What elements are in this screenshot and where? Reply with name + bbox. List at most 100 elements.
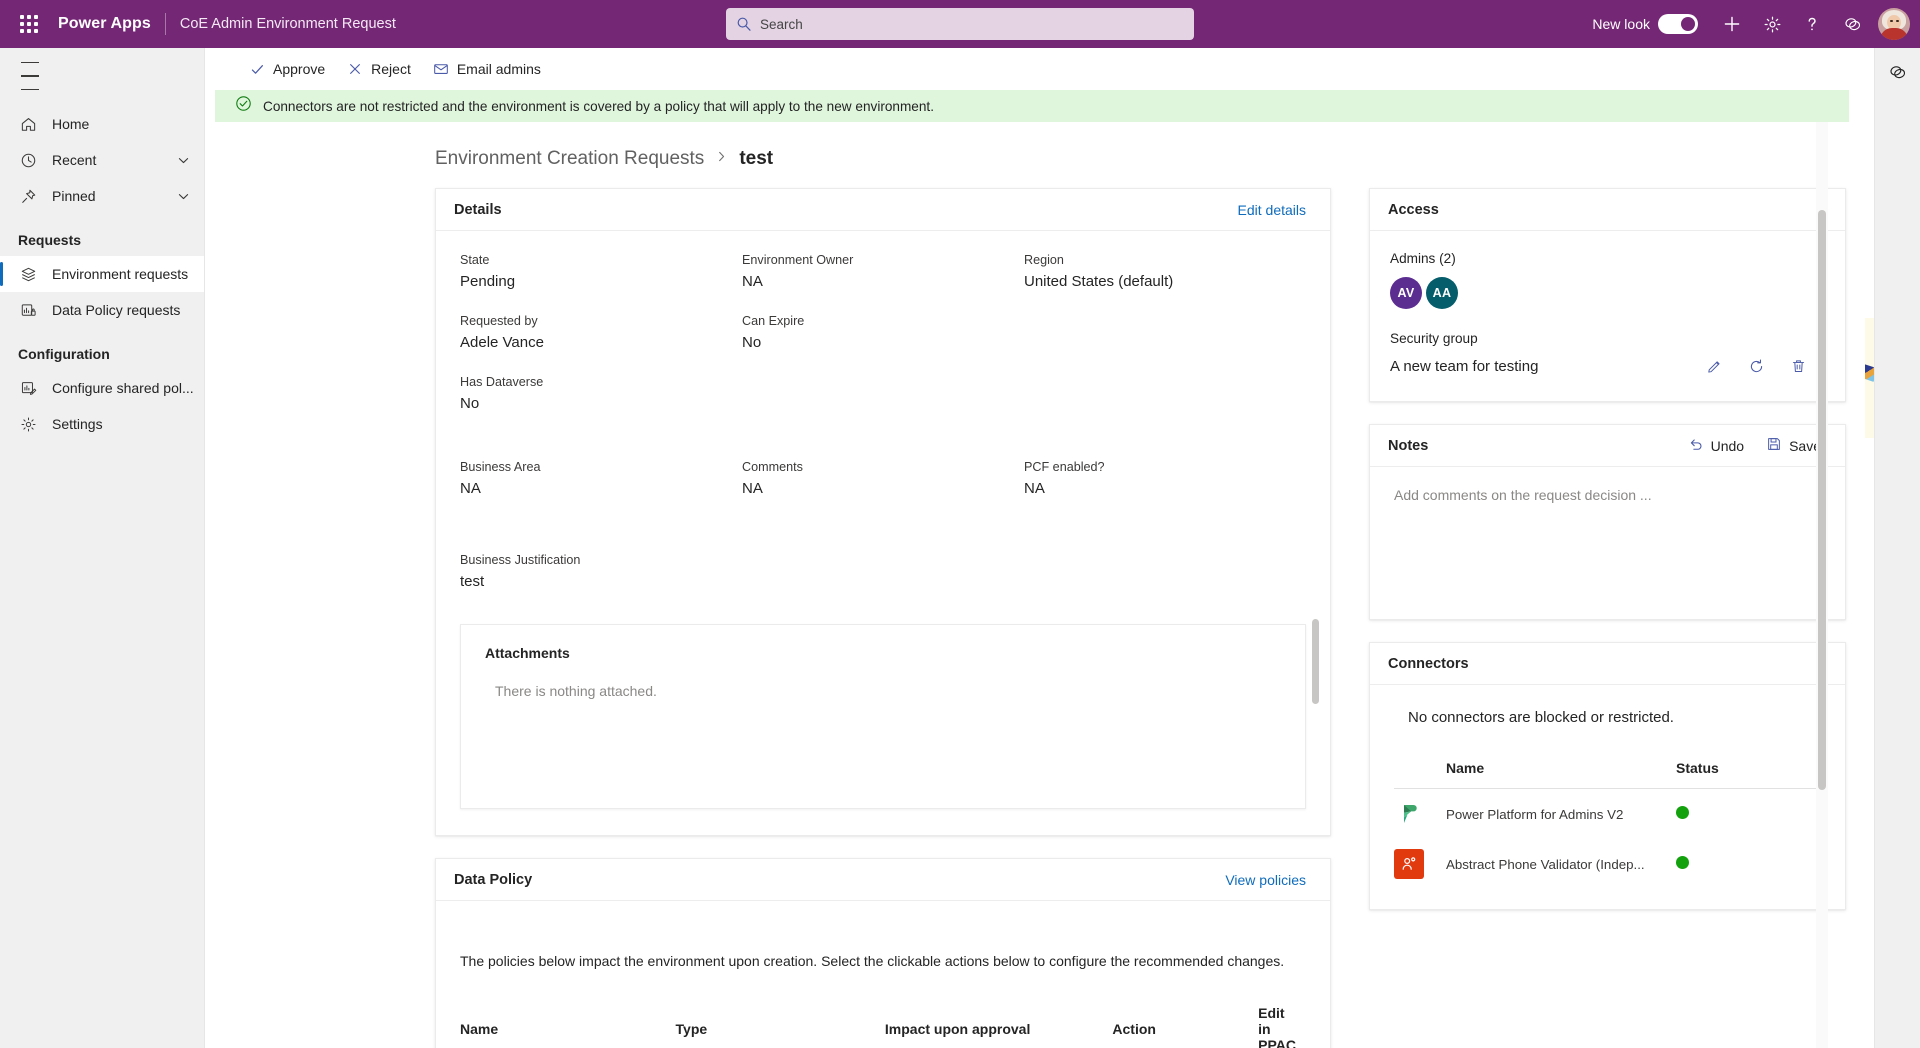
brand-title[interactable]: Power Apps: [58, 15, 151, 33]
data-policy-description: The policies below impact the environmen…: [460, 953, 1285, 969]
breadcrumb-parent[interactable]: Environment Creation Requests: [435, 148, 704, 170]
app-launcher-icon[interactable]: [12, 7, 46, 41]
email-admins-label: Email admins: [456, 61, 541, 77]
security-group-actions: [1705, 357, 1821, 375]
breadcrumb: Environment Creation Requests test: [205, 122, 1874, 188]
avatar[interactable]: AV: [1390, 277, 1422, 309]
app-name[interactable]: CoE Admin Environment Request: [180, 16, 396, 32]
page-scroll-area: Environment Creation Requests test Detai…: [205, 122, 1874, 1048]
abstract-user-icon: [1394, 849, 1424, 879]
new-look-label: New look: [1592, 16, 1650, 32]
col-name: Name: [460, 1005, 676, 1048]
view-policies-link[interactable]: View policies: [1225, 872, 1306, 888]
content-columns: Details Edit details State Pending Envir: [205, 188, 1874, 1048]
field-label: State: [460, 253, 490, 267]
field-comments: Comments NA: [742, 460, 1024, 497]
edit-details-link[interactable]: Edit details: [1238, 202, 1306, 218]
feedback-icon[interactable]: [1832, 4, 1872, 44]
edit-chart-icon: [18, 380, 38, 397]
field-label: PCF enabled?: [1024, 460, 1105, 474]
table-row: Abstract Phone Validator (Indep...: [1394, 839, 1821, 889]
field-spacer-a: [1024, 314, 1306, 351]
field-label: Requested by: [460, 314, 538, 328]
approve-button[interactable]: Approve: [240, 53, 334, 85]
notes-placeholder: Add comments on the request decision ...: [1394, 487, 1652, 503]
cell-name: Power Platform for Admins V2: [1446, 806, 1624, 822]
table-header-row: Name Status: [1394, 760, 1821, 789]
delete-trash-icon[interactable]: [1789, 357, 1807, 375]
page-scrollbar[interactable]: [1816, 122, 1828, 1048]
chevron-right-icon: [715, 150, 728, 168]
avatar[interactable]: AA: [1426, 277, 1458, 309]
breadcrumb-current: test: [739, 148, 774, 169]
field-label: Business Justification: [460, 553, 581, 567]
sidebar-item-data-policy-requests[interactable]: Data Policy requests: [0, 292, 204, 328]
search-box[interactable]: Search: [726, 8, 1194, 40]
undo-label: Undo: [1710, 437, 1745, 454]
edit-pencil-icon[interactable]: [1705, 357, 1723, 375]
field-label: Can Expire: [742, 314, 805, 328]
sidebar-item-home[interactable]: Home: [0, 106, 204, 142]
cell-icon: [1394, 789, 1446, 840]
cell-status: [1676, 839, 1821, 889]
sidebar-item-label: Environment requests: [52, 266, 189, 282]
field-business-justification: Business Justification test: [460, 553, 742, 590]
table-row: Power Platform for Admins V2: [1394, 789, 1821, 840]
status-banner: Connectors are not restricted and the en…: [215, 90, 1849, 122]
field-value: United States (default): [1024, 273, 1174, 290]
reject-button[interactable]: Reject: [338, 53, 420, 85]
field-label: Region: [1024, 253, 1064, 267]
chevron-down-icon[interactable]: [177, 154, 190, 167]
data-policy-table: Name Type Impact upon approval Action Ed…: [460, 1005, 1306, 1048]
field-environment-owner: Environment Owner NA: [742, 253, 1024, 290]
save-button[interactable]: Save: [1766, 436, 1821, 455]
sidebar-item-pinned[interactable]: Pinned: [0, 178, 204, 214]
sidebar-item-recent[interactable]: Recent: [0, 142, 204, 178]
new-look-toggle[interactable]: [1658, 14, 1698, 34]
refresh-icon[interactable]: [1747, 357, 1765, 375]
help-icon[interactable]: [1792, 4, 1832, 44]
col-name: Name: [1446, 760, 1676, 789]
access-card: Access Admins (2) AV AA Security group A…: [1369, 188, 1846, 402]
add-icon[interactable]: [1712, 4, 1752, 44]
col-impact: Impact upon approval: [884, 1005, 1113, 1048]
details-card-header: Details Edit details: [436, 189, 1330, 231]
sidebar-item-environment-requests[interactable]: Environment requests: [0, 256, 204, 292]
feedback-icon[interactable]: [1880, 54, 1916, 90]
field-label: Environment Owner: [742, 253, 854, 267]
hamburger-menu-icon[interactable]: [8, 56, 52, 96]
access-card-body: Admins (2) AV AA Security group A new te…: [1370, 231, 1845, 401]
field-label: Comments: [742, 460, 803, 474]
email-admins-button[interactable]: Email admins: [424, 53, 550, 85]
avatar[interactable]: [1878, 8, 1910, 40]
left-content-column: Details Edit details State Pending Envir: [435, 188, 1331, 1048]
notes-actions: Undo Save: [1688, 436, 1821, 455]
layers-icon: [18, 266, 38, 283]
edge-decoration: [1865, 318, 1874, 438]
approve-label: Approve: [273, 61, 326, 77]
save-disk-icon: [1766, 436, 1782, 455]
page-scrollbar-thumb[interactable]: [1818, 210, 1826, 790]
notes-input[interactable]: Add comments on the request decision ...: [1370, 467, 1845, 619]
check-icon: [249, 61, 265, 77]
cell-name: Abstract Phone Validator (Indep...: [1446, 856, 1645, 872]
field-value: No: [742, 334, 762, 351]
power-platform-icon: [1394, 799, 1424, 829]
field-can-expire: Can Expire No: [742, 314, 1024, 351]
sidebar-item-label: Home: [52, 116, 90, 132]
cell-status: [1676, 789, 1821, 840]
sidebar-item-label: Pinned: [52, 188, 96, 204]
undo-button[interactable]: Undo: [1688, 436, 1744, 455]
access-card-header: Access: [1370, 189, 1845, 231]
field-value: test: [460, 573, 485, 590]
connectors-empty-text: No connectors are blocked or restricted.: [1408, 709, 1674, 726]
field-value: No: [460, 395, 480, 412]
sidebar-item-configure-shared-policies[interactable]: Configure shared pol...: [0, 370, 204, 406]
sidebar-item-settings[interactable]: Settings: [0, 406, 204, 442]
app-shell: Home Recent Pinned Requests Environment …: [0, 48, 1920, 1048]
gear-icon[interactable]: [1752, 4, 1792, 44]
chevron-down-icon[interactable]: [177, 190, 190, 203]
attachments-scrollbar-thumb[interactable]: [1312, 619, 1319, 704]
home-icon: [18, 116, 38, 133]
notes-card-header: Notes Undo Save: [1370, 425, 1845, 467]
